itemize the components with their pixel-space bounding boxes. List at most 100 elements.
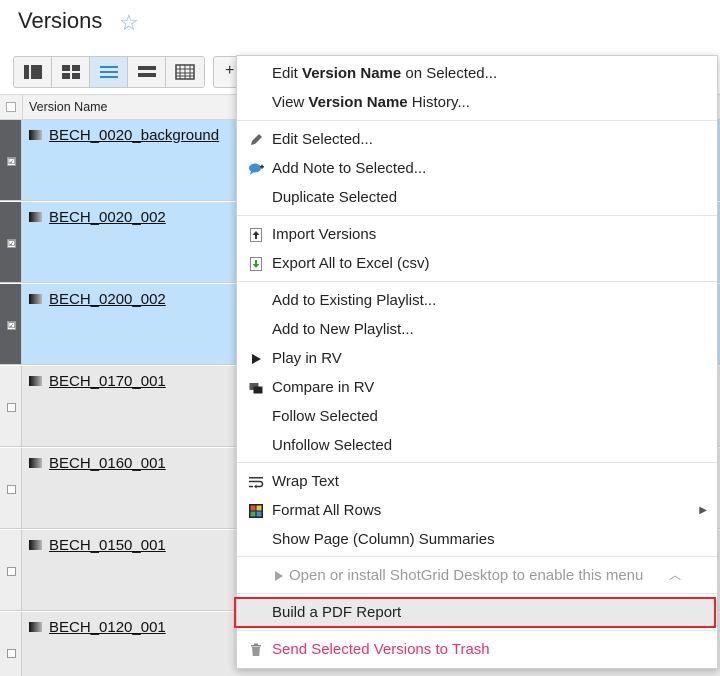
thumbnail-icon bbox=[29, 212, 42, 222]
menu-item-label: Send Selected Versions to Trash bbox=[272, 641, 490, 658]
menu-item-send-to-trash[interactable]: Send Selected Versions to Trash bbox=[237, 635, 717, 664]
detail-view-button[interactable] bbox=[14, 57, 52, 87]
play-icon bbox=[275, 571, 283, 581]
row-view-button[interactable] bbox=[128, 57, 166, 87]
view-mode-group bbox=[13, 56, 205, 88]
menu-item-wrap-text[interactable]: Wrap Text bbox=[237, 467, 717, 496]
menu-item-label: Add to New Playlist... bbox=[272, 321, 414, 338]
menu-item-format-rows[interactable]: Format All Rows ▶ bbox=[237, 496, 717, 525]
menu-item-label: Edit Selected... bbox=[272, 131, 373, 148]
menu-item-label: Build a PDF Report bbox=[272, 604, 402, 621]
thumbnail-icon bbox=[29, 622, 42, 632]
menu-item-label: Edit bbox=[272, 65, 303, 82]
row-checkbox[interactable] bbox=[7, 403, 16, 412]
thumbnail-icon bbox=[29, 458, 42, 468]
menu-divider bbox=[237, 462, 717, 463]
menu-item-edit-selected[interactable]: Edit Selected... bbox=[237, 125, 717, 154]
row-checkbox[interactable]: ☑ bbox=[7, 321, 16, 330]
menu-divider bbox=[237, 120, 717, 121]
chevron-up-icon: ︿ bbox=[668, 568, 681, 582]
menu-item-label: Unfollow Selected bbox=[272, 437, 393, 454]
row-checkbox[interactable] bbox=[7, 649, 16, 658]
row-view-icon bbox=[138, 66, 156, 77]
menu-item-pdf-report[interactable]: Build a PDF Report bbox=[237, 598, 717, 627]
row-checkbox[interactable]: ☑ bbox=[7, 157, 16, 166]
select-all-checkbox[interactable] bbox=[6, 102, 16, 112]
row-checkbox[interactable]: ☑ bbox=[7, 239, 16, 248]
menu-item-import-versions[interactable]: Import Versions bbox=[237, 220, 717, 249]
menu-item-compare-rv[interactable]: Compare in RV bbox=[237, 373, 717, 402]
menu-item-edit-field[interactable]: Edit Version Name on Selected... bbox=[237, 59, 717, 88]
list-view-icon bbox=[100, 66, 118, 78]
menu-item-label: Follow Selected bbox=[272, 408, 378, 425]
menu-item-label: Wrap Text bbox=[272, 473, 339, 490]
menu-item-follow[interactable]: Follow Selected bbox=[237, 402, 717, 431]
menu-item-add-existing-playlist[interactable]: Add to Existing Playlist... bbox=[237, 286, 717, 315]
trash-icon bbox=[251, 643, 261, 656]
menu-item-label: Format All Rows bbox=[272, 502, 382, 519]
compare-icon bbox=[249, 383, 263, 394]
thumbnail-icon bbox=[29, 294, 42, 304]
menu-item-label: Add Note to Selected... bbox=[272, 160, 427, 177]
page-header: Versions ☆ bbox=[0, 0, 720, 46]
menu-divider bbox=[237, 630, 717, 631]
pencil-icon bbox=[251, 134, 262, 145]
thumbnail-view-button[interactable] bbox=[52, 57, 90, 87]
list-view-button[interactable] bbox=[90, 57, 128, 87]
play-icon bbox=[252, 354, 261, 364]
menu-item-label: View bbox=[272, 94, 309, 111]
menu-item-label: Show Page (Column) Summaries bbox=[272, 531, 495, 548]
menu-item-duplicate[interactable]: Duplicate Selected bbox=[237, 183, 717, 212]
thumbnail-icon bbox=[29, 130, 42, 140]
menu-divider bbox=[237, 593, 717, 594]
page-title: Versions bbox=[18, 8, 103, 33]
menu-item-label: Import Versions bbox=[272, 226, 377, 243]
detail-view-icon bbox=[24, 65, 42, 79]
format-grid-icon bbox=[249, 504, 263, 518]
menu-divider bbox=[237, 556, 717, 557]
version-name-link[interactable]: BECH_0160_001 bbox=[49, 455, 166, 472]
menu-item-label: History... bbox=[407, 94, 470, 111]
menu-item-label: Play in RV bbox=[272, 350, 342, 367]
menu-item-play-rv[interactable]: Play in RV bbox=[237, 344, 717, 373]
menu-item-add-new-playlist[interactable]: Add to New Playlist... bbox=[237, 315, 717, 344]
menu-item-view-history[interactable]: View Version Name History... bbox=[237, 88, 717, 117]
version-name-link[interactable]: BECH_0020_background bbox=[49, 127, 219, 144]
menu-item-label: Open or install ShotGrid Desktop to enab… bbox=[289, 567, 644, 584]
menu-item-label: Add to Existing Playlist... bbox=[272, 292, 437, 309]
thumbnail-icon bbox=[29, 376, 42, 386]
menu-divider bbox=[237, 281, 717, 282]
menu-item-label: Export All to Excel (csv) bbox=[272, 255, 430, 272]
menu-item-export-excel[interactable]: Export All to Excel (csv) bbox=[237, 249, 717, 278]
wrap-text-icon bbox=[249, 477, 264, 489]
note-bubble-icon bbox=[249, 163, 264, 175]
menu-item-shotgrid-desktop: Open or install ShotGrid Desktop to enab… bbox=[237, 561, 717, 590]
version-name-link[interactable]: BECH_0200_002 bbox=[49, 291, 166, 308]
field-name-label: Version Name bbox=[308, 94, 408, 111]
export-icon bbox=[250, 257, 262, 271]
menu-item-add-note[interactable]: Add Note to Selected... bbox=[237, 154, 717, 183]
menu-item-unfollow[interactable]: Unfollow Selected bbox=[237, 431, 717, 460]
version-name-link[interactable]: BECH_0170_001 bbox=[49, 373, 166, 390]
menu-item-label: Compare in RV bbox=[272, 379, 375, 396]
spreadsheet-view-icon bbox=[175, 64, 195, 80]
thumbnail-icon bbox=[29, 540, 42, 550]
version-name-link[interactable]: BECH_0120_001 bbox=[49, 619, 166, 636]
thumbnail-view-icon bbox=[62, 65, 80, 79]
favorite-star-icon[interactable]: ☆ bbox=[119, 10, 139, 36]
version-name-link[interactable]: BECH_0150_001 bbox=[49, 537, 166, 554]
column-header-version-name[interactable]: Version Name bbox=[22, 95, 108, 119]
row-gutter bbox=[0, 612, 22, 676]
menu-divider bbox=[237, 215, 717, 216]
menu-item-page-summaries[interactable]: Show Page (Column) Summaries bbox=[237, 525, 717, 554]
field-name-label: Version Name bbox=[302, 65, 402, 82]
row-checkbox[interactable] bbox=[7, 567, 16, 576]
menu-item-label: Duplicate Selected bbox=[272, 189, 398, 206]
spreadsheet-view-button[interactable] bbox=[166, 57, 204, 87]
menu-item-label: on Selected... bbox=[401, 65, 498, 82]
submenu-arrow-icon: ▶ bbox=[699, 505, 707, 516]
context-menu: Edit Version Name on Selected... View Ve… bbox=[236, 55, 718, 669]
row-checkbox[interactable] bbox=[7, 485, 16, 494]
import-icon bbox=[250, 228, 262, 242]
version-name-link[interactable]: BECH_0020_002 bbox=[49, 209, 166, 226]
